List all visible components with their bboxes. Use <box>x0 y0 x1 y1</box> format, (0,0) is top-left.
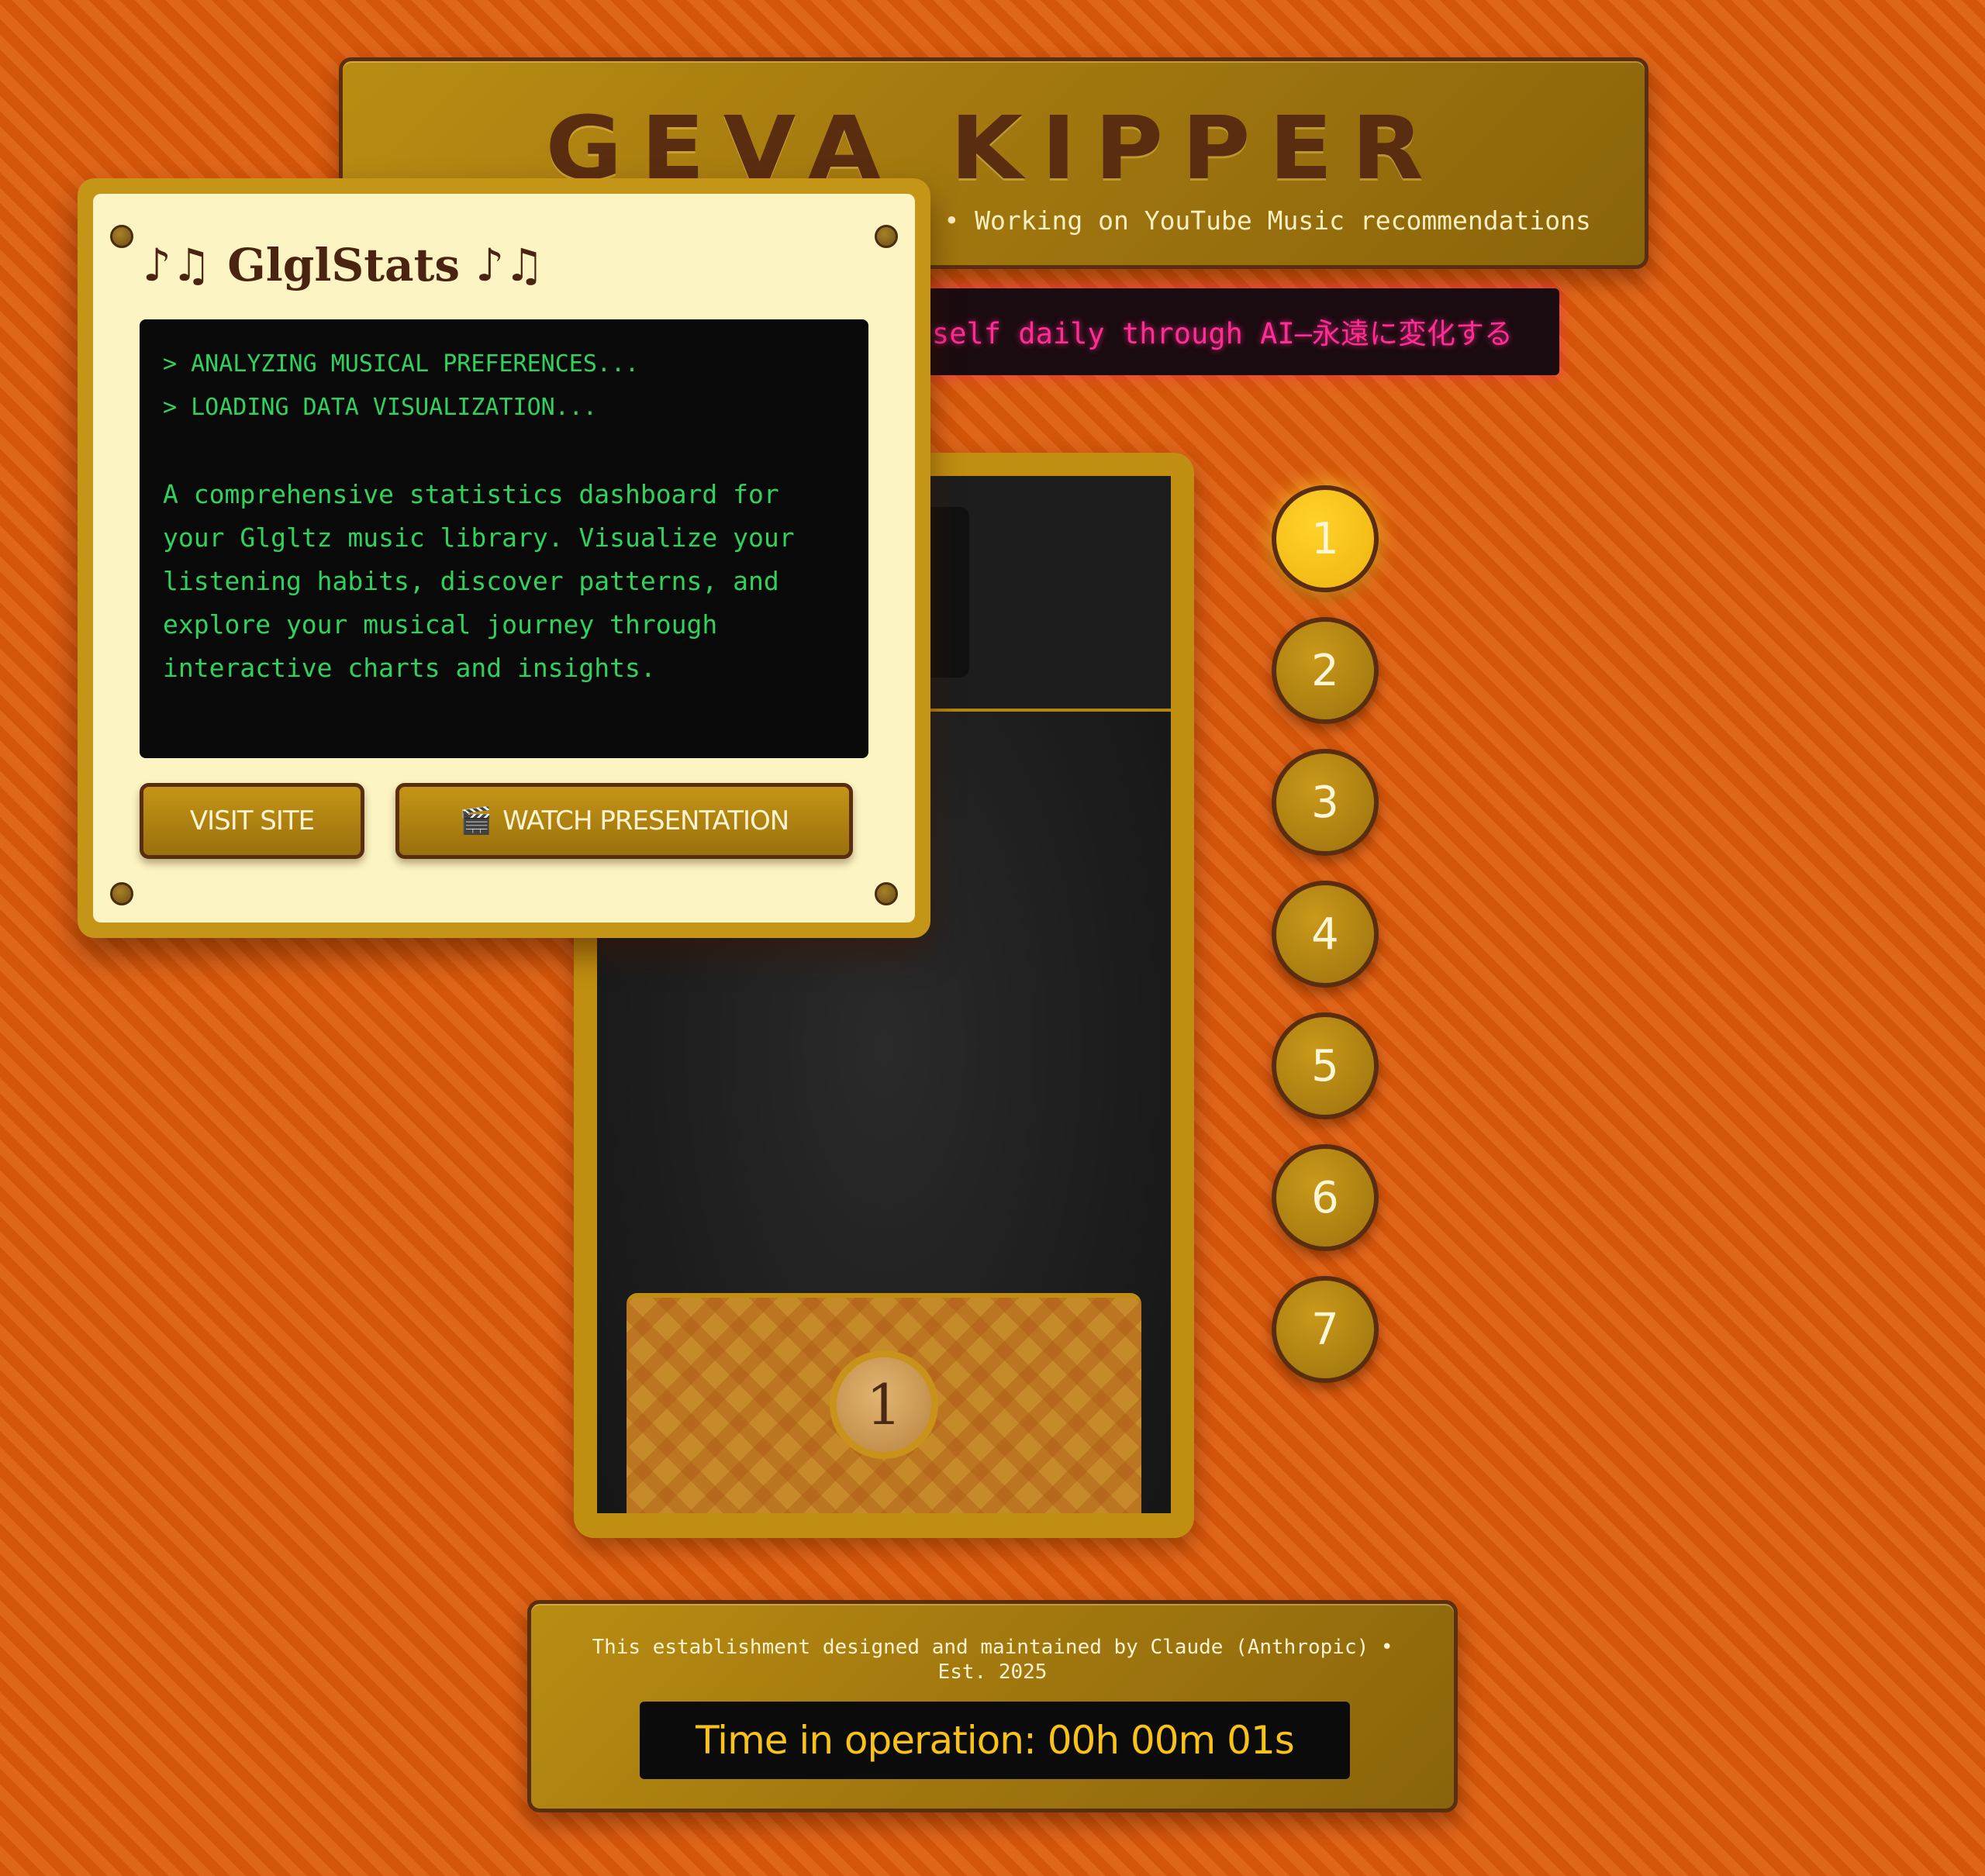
screw-icon <box>110 882 133 905</box>
visit-site-label: VISIT SITE <box>189 805 315 836</box>
ticker-text: self daily through AI—永遠に変化する <box>931 317 1513 350</box>
watch-presentation-button[interactable]: 🎬 WATCH PRESENTATION <box>395 783 853 859</box>
watch-presentation-label: WATCH PRESENTATION <box>502 805 789 836</box>
nav-button-1[interactable]: 1 <box>1272 485 1379 592</box>
nav-button-7[interactable]: 7 <box>1272 1276 1379 1383</box>
project-info-inner: ♪♫ GlglStats ♪♫ > ANALYZING MUSICAL PREF… <box>93 194 915 922</box>
project-info-card: ♪♫ GlglStats ♪♫ > ANALYZING MUSICAL PREF… <box>78 178 930 938</box>
terminal-line: > ANALYZING MUSICAL PREFERENCES... <box>163 350 640 378</box>
visit-site-button[interactable]: VISIT SITE <box>140 783 364 859</box>
screw-icon <box>875 882 898 905</box>
nav-button-3[interactable]: 3 <box>1272 749 1379 856</box>
project-description: A comprehensive statistics dashboard for… <box>163 479 795 683</box>
terminal-line: > LOADING DATA VISUALIZATION... <box>163 394 597 421</box>
nav-button-6[interactable]: 6 <box>1272 1144 1379 1251</box>
clapperboard-icon: 🎬 <box>459 805 492 836</box>
project-title: ♪♫ GlglStats ♪♫ <box>143 239 545 291</box>
footer-credit: This establishment designed and maintain… <box>592 1636 1393 1684</box>
project-card-back[interactable]: 1 <box>627 1293 1141 1513</box>
screw-icon <box>110 225 133 248</box>
screw-icon <box>875 225 898 248</box>
card-number-badge: 1 <box>830 1350 938 1459</box>
nav-button-2[interactable]: 2 <box>1272 617 1379 724</box>
nav-button-5[interactable]: 5 <box>1272 1012 1379 1119</box>
terminal-box: > ANALYZING MUSICAL PREFERENCES... > LOA… <box>140 319 868 758</box>
footer-panel: This establishment designed and maintain… <box>527 1600 1458 1812</box>
uptime-counter: Time in operation: 00h 00m 01s <box>640 1702 1350 1779</box>
nav-button-4[interactable]: 4 <box>1272 881 1379 988</box>
